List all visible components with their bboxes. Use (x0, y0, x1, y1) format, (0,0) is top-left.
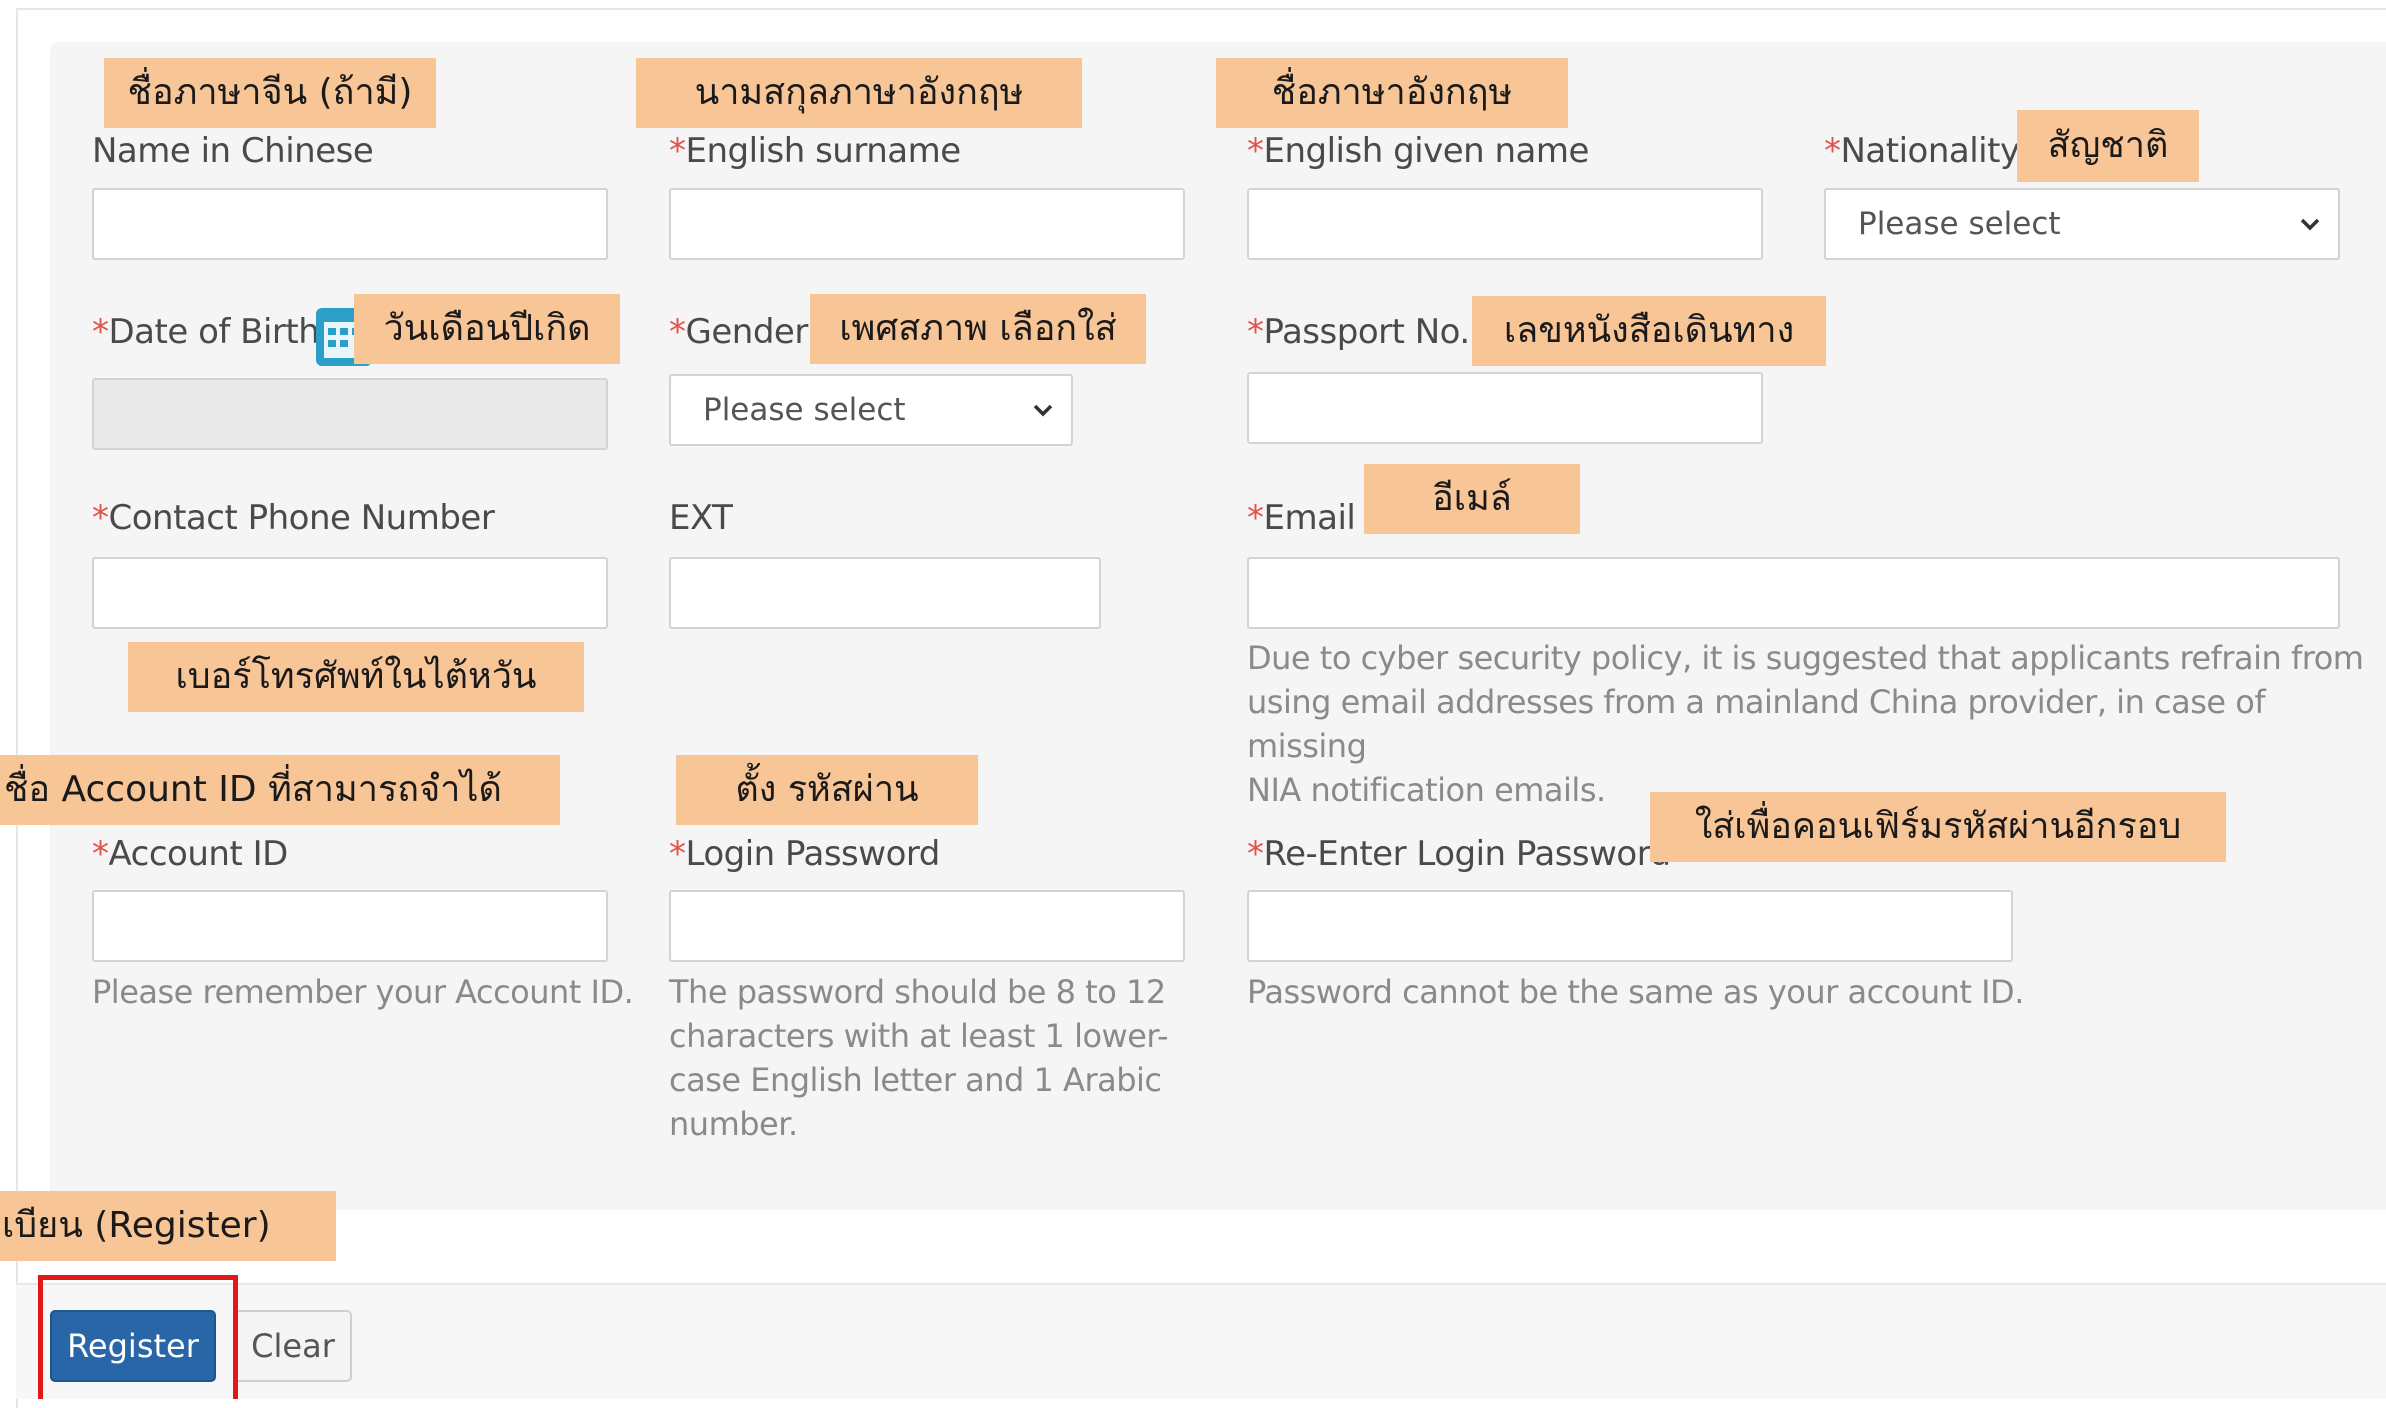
reenter-password-label: *Re-Enter Login Password (1247, 834, 1671, 874)
annotation-gender: เพศสภาพ เลือกใส่ (810, 294, 1146, 364)
annotation-email: อีเมล์ (1364, 464, 1580, 534)
date-of-birth-label: *Date of Birth (92, 312, 320, 352)
account-id-hint: Please remember your Account ID. (92, 973, 634, 1011)
chevron-down-icon (1033, 404, 1053, 417)
passport-no-label: *Passport No. (1247, 312, 1470, 352)
email-hint: Due to cyber security policy, it is sugg… (1247, 639, 2364, 809)
chevron-down-icon (2300, 218, 2320, 231)
form-footer (16, 1285, 2386, 1399)
gender-select-value: Please select (703, 392, 906, 428)
account-id-label: *Account ID (92, 834, 288, 874)
login-password-label: *Login Password (669, 834, 940, 874)
annotation-phone: เบอร์โทรศัพท์ในไต้หวัน (128, 642, 584, 712)
contact-phone-label: *Contact Phone Number (92, 498, 495, 538)
date-of-birth-input[interactable] (92, 378, 608, 450)
name-in-chinese-input[interactable] (92, 188, 608, 260)
annotation-login-password: ตั้ง รหัสผ่าน (676, 755, 978, 825)
annotation-register: เบียน (Register) (0, 1191, 336, 1261)
annotation-reenter-password: ใส่เพื่อคอนเฟิร์มรหัสผ่านอีกรอบ (1650, 792, 2226, 862)
english-surname-label: *English surname (669, 131, 961, 171)
annotation-passport-no: เลขหนังสือเดินทาง (1472, 296, 1826, 366)
ext-label: EXT (669, 498, 733, 538)
email-input[interactable] (1247, 557, 2340, 629)
english-given-name-input[interactable] (1247, 188, 1763, 260)
email-label: *Email (1247, 498, 1356, 538)
annotation-english-given-name: ชื่อภาษาอังกฤษ (1216, 58, 1568, 128)
nationality-select-value: Please select (1858, 206, 2061, 242)
english-given-name-label: *English given name (1247, 131, 1589, 171)
annotation-account-id: ชื่อ Account ID ที่สามารถจำได้ (0, 755, 560, 825)
login-password-input[interactable] (669, 890, 1185, 962)
reenter-password-hint: Password cannot be the same as your acco… (1247, 973, 2024, 1011)
register-highlight (38, 1275, 238, 1399)
nationality-select[interactable]: Please select (1824, 188, 2340, 260)
annotation-name-in-chinese: ชื่อภาษาจีน (ถ้ามี) (104, 58, 436, 128)
account-id-input[interactable] (92, 890, 608, 962)
login-password-hint: The password should be 8 to 12 character… (669, 973, 1169, 1143)
passport-no-input[interactable] (1247, 372, 1763, 444)
nationality-label: *Nationality (1824, 131, 2020, 171)
annotation-date-of-birth: วันเดือนปีเกิด (354, 294, 620, 364)
reenter-password-input[interactable] (1247, 890, 2013, 962)
annotation-nationality: สัญชาติ (2017, 110, 2199, 182)
gender-select[interactable]: Please select (669, 374, 1073, 446)
annotation-english-surname: นามสกุลภาษาอังกฤษ (636, 58, 1082, 128)
contact-phone-input[interactable] (92, 557, 608, 629)
name-in-chinese-label: Name in Chinese (92, 131, 374, 171)
english-surname-input[interactable] (669, 188, 1185, 260)
gender-label: *Gender (669, 312, 808, 352)
ext-input[interactable] (669, 557, 1101, 629)
clear-button[interactable]: Clear (234, 1310, 352, 1382)
